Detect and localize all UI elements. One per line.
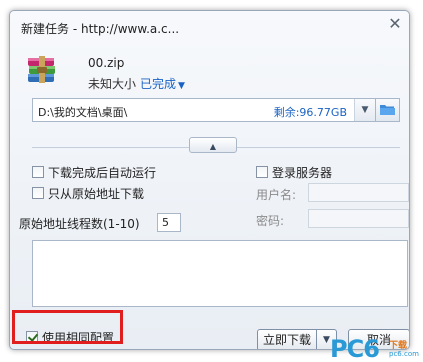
chevron-up-icon: ▲ bbox=[209, 142, 217, 151]
origin-only-checkbox[interactable] bbox=[32, 187, 44, 199]
password-input[interactable] bbox=[308, 209, 409, 228]
file-size: 未知大小 bbox=[88, 77, 137, 91]
login-server-checkbox[interactable] bbox=[256, 166, 268, 178]
path-dropdown-icon[interactable]: ▼ bbox=[354, 99, 375, 121]
watermark-pc-text: PC6 bbox=[330, 335, 380, 362]
save-path-value: D:\我的文档\桌面\ bbox=[38, 106, 128, 119]
origin-only-label: 只从原始地址下载 bbox=[48, 186, 145, 201]
username-input[interactable] bbox=[308, 183, 409, 202]
winrar-archive-icon bbox=[28, 56, 55, 83]
thread-count-label: 原始地址线程数(1-10) bbox=[19, 217, 140, 231]
login-server-option[interactable]: 登录服务器 bbox=[256, 164, 332, 180]
run-after-download-checkbox[interactable] bbox=[32, 166, 44, 178]
new-task-dialog: 新建任务 - http://www.a.c... ✕ 00.zip 未知大小 已… bbox=[9, 10, 410, 350]
chevron-down-icon: ▼ bbox=[178, 81, 185, 91]
login-server-label: 登录服务器 bbox=[272, 165, 333, 180]
file-status-label: 已完成 bbox=[140, 77, 177, 91]
highlight-box bbox=[12, 310, 123, 344]
watermark-logo: PC6 下载 pc6.com bbox=[330, 336, 423, 362]
file-status-dropdown[interactable]: 已完成 ▼ bbox=[140, 75, 185, 92]
file-name: 00.zip bbox=[88, 56, 125, 70]
run-after-download-label: 下载完成后自动运行 bbox=[48, 165, 157, 180]
origin-only-option[interactable]: 只从原始地址下载 bbox=[32, 185, 144, 201]
password-label: 密码: bbox=[256, 214, 285, 228]
thread-count-input[interactable]: 5 bbox=[157, 213, 181, 232]
collapse-options-button[interactable]: ▲ bbox=[189, 137, 237, 153]
watermark-url-text: pc6.com bbox=[389, 350, 419, 358]
screen: 新建任务 - http://www.a.c... ✕ 00.zip 未知大小 已… bbox=[0, 0, 423, 362]
download-now-button[interactable]: 立即下载 bbox=[257, 329, 317, 349]
save-path-field[interactable]: D:\我的文档\桌面\ 剩余:96.77GB ▼ bbox=[32, 98, 376, 122]
close-icon[interactable]: ✕ bbox=[387, 16, 403, 32]
dialog-title: 新建任务 - http://www.a.c... bbox=[21, 22, 180, 36]
title-bar[interactable]: 新建任务 - http://www.a.c... ✕ bbox=[10, 11, 409, 41]
comment-textarea[interactable] bbox=[32, 240, 408, 307]
username-label: 用户名: bbox=[256, 188, 297, 202]
folder-icon bbox=[380, 105, 395, 115]
free-space-label: 剩余:96.77GB bbox=[273, 106, 347, 119]
run-after-download-option[interactable]: 下载完成后自动运行 bbox=[32, 164, 156, 180]
browse-folder-button[interactable] bbox=[376, 98, 400, 122]
